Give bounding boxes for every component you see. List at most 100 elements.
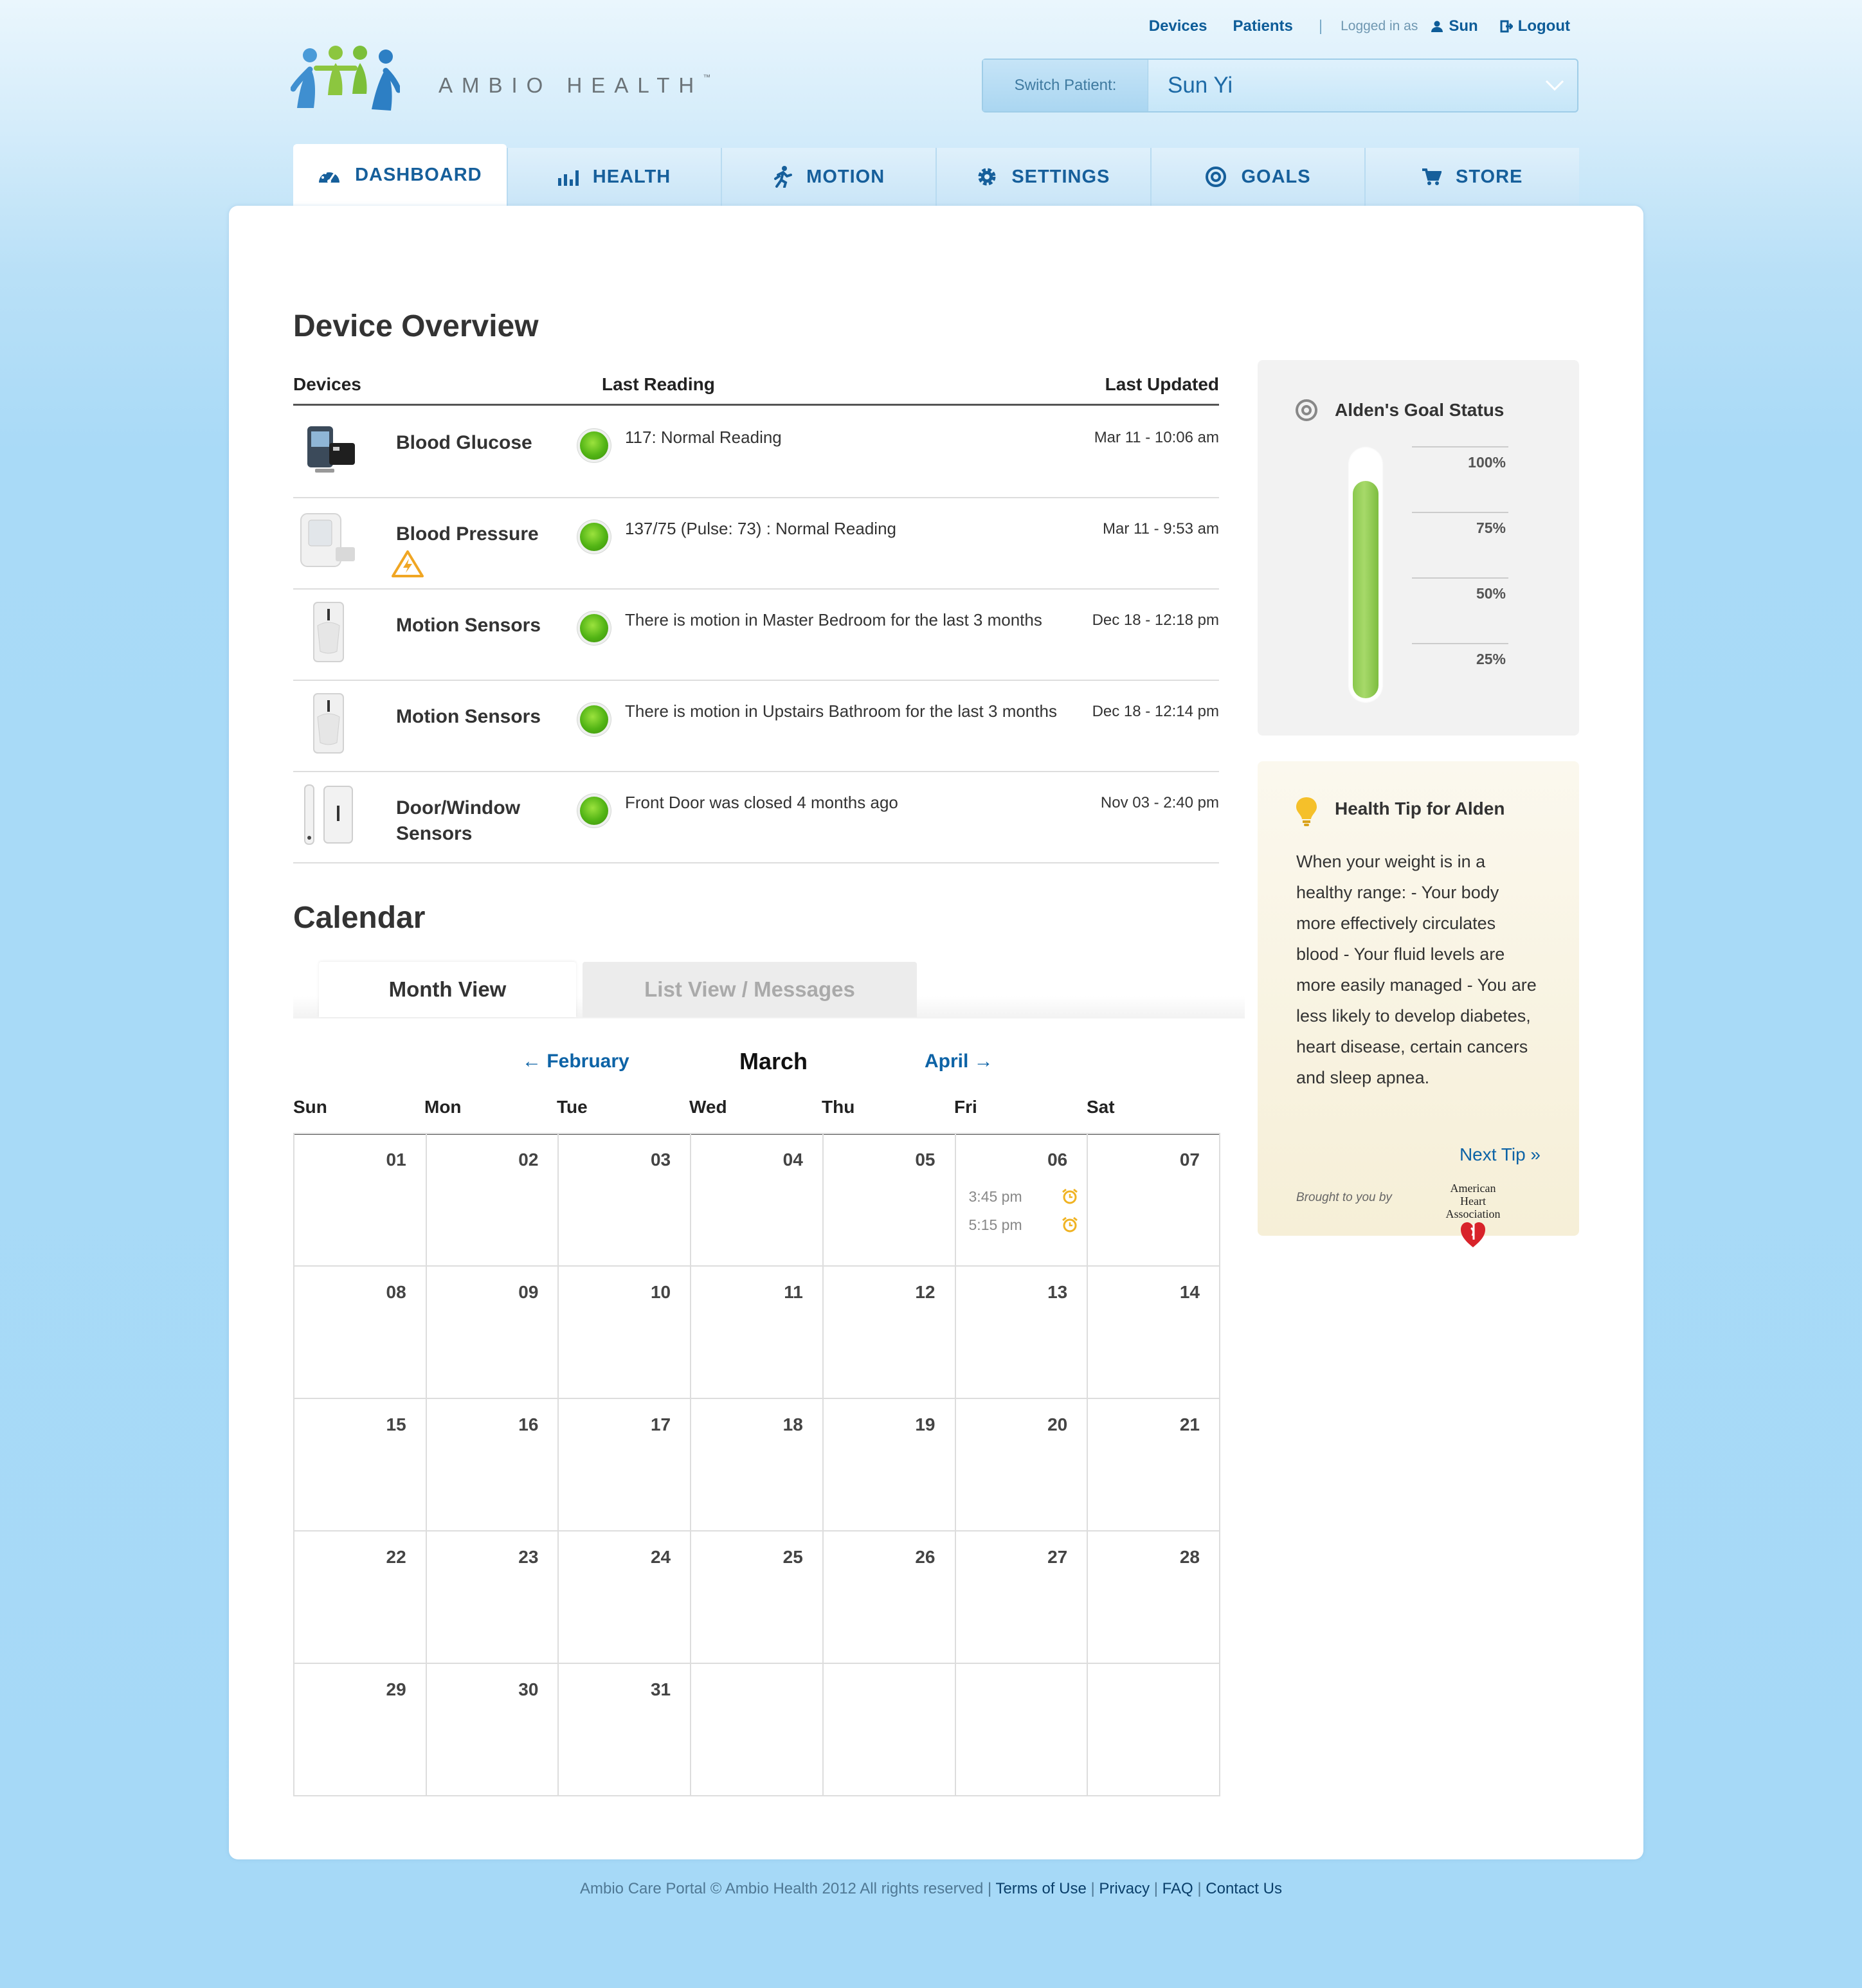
logged-in-label: Logged in as	[1341, 19, 1418, 33]
calendar-day[interactable]: 04	[690, 1133, 824, 1267]
tab-settings-label: SETTINGS	[1011, 166, 1110, 187]
calendar-day[interactable]: 08	[293, 1265, 427, 1399]
chevron-down-icon[interactable]	[1532, 60, 1577, 111]
calendar-day[interactable]: 22	[293, 1530, 427, 1664]
calendar-event[interactable]: 3:45 pm	[969, 1188, 1078, 1206]
calendar-day[interactable]: 18	[690, 1398, 824, 1532]
last-reading: There is motion in Upstairs Bathroom for…	[625, 701, 1057, 721]
table-row[interactable]: Blood Pressure 137/75 (Pulse: 73) : Norm…	[293, 497, 1219, 590]
goal-tick: 25%	[1412, 643, 1508, 667]
next-tip-link[interactable]: Next Tip »	[1460, 1144, 1541, 1165]
calendar-day[interactable]: 15	[293, 1398, 427, 1532]
last-updated: Dec 18 - 12:18 pm	[1092, 611, 1219, 629]
calendar-day[interactable]: 03	[557, 1133, 692, 1267]
main-nav: DASHBOARD HEALTH MOTION SETTINGS GOALS S…	[293, 144, 1580, 206]
calendar-day[interactable]: 17	[557, 1398, 692, 1532]
next-month-link[interactable]: April →	[925, 1051, 993, 1072]
blood-pressure-monitor-icon	[300, 513, 355, 567]
day-number: 12	[915, 1282, 936, 1302]
brought-by-label: Brought to you by	[1296, 1191, 1392, 1204]
devices-link[interactable]: Devices	[1149, 17, 1207, 35]
aha-logo[interactable]: American Heart Association	[1431, 1182, 1515, 1249]
tab-goals[interactable]: GOALS	[1150, 148, 1365, 206]
calendar-day[interactable]: 09	[425, 1265, 559, 1399]
last-updated: Dec 18 - 12:14 pm	[1092, 703, 1219, 720]
tab-motion[interactable]: MOTION	[721, 148, 936, 206]
user-link[interactable]: Sun	[1449, 17, 1478, 35]
patients-link[interactable]: Patients	[1233, 17, 1292, 35]
calendar-day[interactable]: 21	[1087, 1398, 1220, 1532]
battery-warning-icon[interactable]	[391, 550, 424, 578]
calendar-day[interactable]: 06 3:45 pm 5:15 pm	[954, 1133, 1089, 1267]
selected-patient: Sun Yi	[1168, 73, 1233, 98]
table-row[interactable]: Motion Sensors There is motion in Master…	[293, 588, 1219, 681]
tab-dashboard-label: DASHBOARD	[355, 164, 482, 185]
device-table-header: Devices Last Reading Last Updated	[293, 372, 1219, 406]
calendar-day[interactable]: 13	[954, 1265, 1089, 1399]
calendar-day[interactable]: 01	[293, 1133, 427, 1267]
calendar-day[interactable]: 10	[557, 1265, 692, 1399]
weekday-label: Sun	[293, 1097, 327, 1117]
goal-tick: 75%	[1412, 512, 1508, 536]
goal-tick-label: 100%	[1468, 454, 1506, 471]
calendar-day[interactable]: 02	[425, 1133, 559, 1267]
calendar-day[interactable]: 31	[557, 1663, 692, 1796]
calendar-day[interactable]: 28	[1087, 1530, 1220, 1664]
status-indicator	[580, 705, 608, 734]
calendar-day[interactable]: 29	[293, 1663, 427, 1796]
calendar-day[interactable]: 26	[822, 1530, 956, 1664]
calendar-day	[1087, 1663, 1220, 1796]
table-row[interactable]: Door/Window Sensors Front Door was close…	[293, 771, 1219, 863]
calendar-day[interactable]: 25	[690, 1530, 824, 1664]
day-number: 20	[1047, 1414, 1068, 1434]
day-number: 19	[915, 1414, 936, 1434]
calendar-day[interactable]: 07	[1087, 1133, 1220, 1267]
motion-sensor-icon	[313, 602, 344, 662]
calendar-day[interactable]: 19	[822, 1398, 956, 1532]
calendar-day[interactable]: 05	[822, 1133, 956, 1267]
last-updated: Nov 03 - 2:40 pm	[1100, 794, 1219, 811]
calendar-day[interactable]: 14	[1087, 1265, 1220, 1399]
tab-settings[interactable]: SETTINGS	[936, 148, 1150, 206]
faq-link[interactable]: FAQ	[1162, 1880, 1193, 1897]
calendar-day[interactable]: 20	[954, 1398, 1089, 1532]
tab-store[interactable]: STORE	[1364, 148, 1580, 206]
calendar-day[interactable]: 27	[954, 1530, 1089, 1664]
day-number: 14	[1179, 1282, 1200, 1302]
day-number: 11	[784, 1282, 803, 1302]
logout-link[interactable]: Logout	[1518, 17, 1570, 35]
prev-month-link[interactable]: ← February	[522, 1051, 629, 1072]
tab-store-label: STORE	[1456, 166, 1523, 187]
switch-patient-select[interactable]: Switch Patient: Sun Yi	[982, 59, 1578, 113]
logo[interactable]: AMBIO HEALTH™	[290, 44, 792, 121]
calendar-day[interactable]: 30	[425, 1663, 559, 1796]
calendar-day[interactable]: 23	[425, 1530, 559, 1664]
day-number: 24	[650, 1547, 671, 1567]
tab-list-view[interactable]: List View / Messages	[583, 962, 917, 1017]
day-number: 06	[1047, 1150, 1068, 1170]
tab-dashboard[interactable]: DASHBOARD	[293, 144, 507, 206]
lightbulb-icon	[1296, 797, 1317, 826]
calendar-day[interactable]: 11	[690, 1265, 824, 1399]
table-row[interactable]: Blood Glucose 117: Normal Reading Mar 11…	[293, 406, 1219, 498]
calendar-day[interactable]: 12	[822, 1265, 956, 1399]
health-tip-title: Health Tip for Alden	[1335, 799, 1505, 818]
col-last-updated: Last Updated	[1105, 374, 1219, 394]
tab-month-view[interactable]: Month View	[319, 962, 576, 1017]
speedometer-icon	[319, 170, 340, 183]
calendar-event[interactable]: 5:15 pm	[969, 1216, 1078, 1234]
goal-tick-label: 25%	[1476, 651, 1506, 667]
day-number: 09	[518, 1282, 539, 1302]
gear-icon	[978, 168, 996, 186]
table-row[interactable]: Motion Sensors There is motion in Upstai…	[293, 680, 1219, 772]
contact-link[interactable]: Contact Us	[1206, 1880, 1282, 1897]
calendar-day[interactable]: 24	[557, 1530, 692, 1664]
day-number: 22	[386, 1547, 406, 1567]
status-indicator	[580, 523, 608, 551]
terms-link[interactable]: Terms of Use	[995, 1880, 1086, 1897]
day-number: 17	[650, 1414, 671, 1434]
calendar-day[interactable]: 16	[425, 1398, 559, 1532]
privacy-link[interactable]: Privacy	[1099, 1880, 1150, 1897]
bar-chart-icon	[557, 170, 579, 186]
tab-health[interactable]: HEALTH	[506, 148, 721, 206]
